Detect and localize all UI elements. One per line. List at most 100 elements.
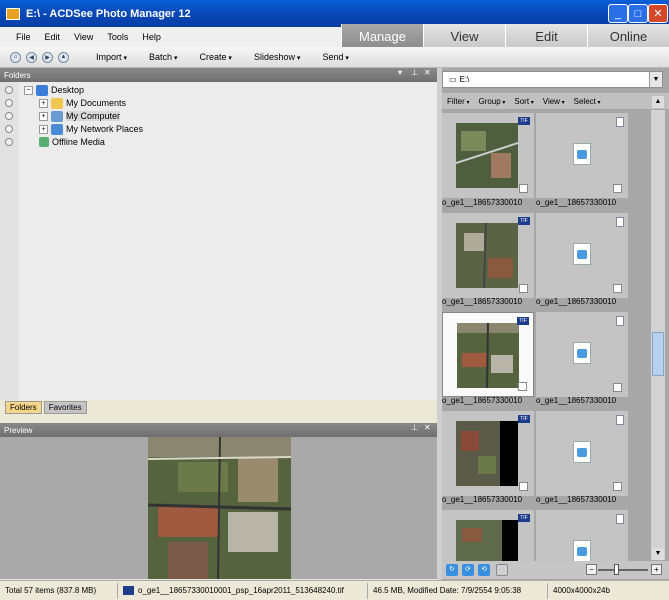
tree-item-desktop[interactable]: − Desktop (24, 84, 84, 96)
path-text: E:\ (459, 75, 470, 84)
thumbnail-selected[interactable]: TIF (442, 312, 534, 397)
tree-item-offline-media[interactable]: Offline Media (39, 136, 105, 148)
expand-icon[interactable]: + (39, 124, 48, 134)
tif-badge: TIF (518, 415, 530, 423)
pin-icon[interactable] (5, 99, 13, 107)
pin-icon[interactable] (5, 86, 13, 94)
thumbnail-checkbox[interactable] (519, 184, 528, 193)
rotate-right-icon[interactable]: ⟳ (462, 564, 474, 576)
file-type-icon (616, 117, 624, 127)
path-field[interactable]: ▭ E:\ ▼ (442, 71, 663, 88)
group-menu[interactable]: Group (478, 97, 505, 106)
sort-menu[interactable]: Sort (514, 97, 533, 106)
thumbnail-image (456, 520, 518, 561)
desktop-icon (36, 84, 48, 96)
forward-icon[interactable]: ▶ (42, 51, 53, 63)
filter-menu[interactable]: Filter (447, 97, 469, 106)
tif-badge: TIF (518, 514, 530, 522)
tab-favorites[interactable]: Favorites (43, 401, 87, 414)
import-menu[interactable]: Import (96, 52, 127, 62)
thumbnail[interactable] (536, 312, 628, 397)
rotate-left-icon[interactable]: ⟲ (478, 564, 490, 576)
expand-icon[interactable]: + (39, 98, 48, 108)
scroll-down-icon[interactable]: ▼ (652, 548, 664, 560)
folders-panel-header: Folders ▾ ⊥ ✕ (0, 68, 437, 82)
view-menu[interactable]: View (543, 97, 565, 106)
slideshow-menu[interactable]: Slideshow (254, 52, 301, 62)
preview-image (148, 437, 291, 579)
pin-icon[interactable]: ⊥ (411, 423, 418, 432)
expand-icon[interactable]: + (39, 111, 48, 121)
menu-edit[interactable]: Edit (45, 32, 61, 42)
thumbnail[interactable]: TIF (442, 411, 534, 496)
scroll-up-icon[interactable]: ▲ (652, 96, 664, 108)
file-type-icon (616, 415, 624, 425)
pin-icon[interactable] (5, 138, 13, 146)
collapse-icon[interactable]: − (24, 85, 33, 95)
thumbnail-checkbox[interactable] (613, 383, 622, 392)
minimize-button[interactable]: _ (608, 4, 628, 23)
panel-close-icon[interactable]: ✕ (424, 423, 431, 432)
scrollbar-thumb[interactable] (652, 332, 664, 376)
tree-item-my-documents[interactable]: + My Documents (39, 97, 126, 109)
file-type-icon (616, 217, 624, 227)
thumbnail[interactable] (536, 213, 628, 298)
menu-help[interactable]: Help (142, 32, 161, 42)
zoom-slider-knob[interactable] (614, 564, 619, 575)
panel-menu-icon[interactable]: ▾ (398, 68, 402, 77)
thumbnail-caption: o_ge1__18657330010 (442, 198, 523, 207)
menu-view[interactable]: View (74, 32, 93, 42)
thumbnail[interactable]: TIF (442, 113, 534, 198)
chevron-down-icon[interactable]: ▼ (649, 72, 662, 87)
tree-item-label: My Computer (66, 111, 121, 121)
zoom-in-button[interactable]: + (651, 564, 662, 575)
up-icon[interactable]: ▲ (58, 51, 69, 63)
pin-icon[interactable]: ⊥ (411, 68, 418, 77)
thumbnail[interactable]: TIF (442, 213, 534, 298)
create-menu[interactable]: Create (199, 52, 231, 62)
thumbnail-checkbox[interactable] (518, 382, 527, 391)
thumbnail-checkbox[interactable] (613, 482, 622, 491)
thumbnail[interactable] (536, 510, 628, 562)
menu-file[interactable]: File (16, 32, 31, 42)
zoom-slider[interactable] (598, 569, 648, 571)
home-icon[interactable]: ⌂ (10, 51, 21, 63)
tree-item-label: Desktop (51, 85, 85, 95)
zoom-out-button[interactable]: − (586, 564, 597, 575)
main-toolbar: ⌂ ◀ ▶ ▲ Import Batch Create Slideshow Se… (0, 47, 669, 68)
thumbnail[interactable] (536, 113, 628, 198)
rotate-icon[interactable]: ↻ (446, 564, 458, 576)
mode-edit[interactable]: Edit (505, 24, 587, 48)
close-button[interactable]: ✕ (648, 4, 668, 23)
tree-item-my-computer[interactable]: + My Computer (39, 110, 121, 122)
tab-folders[interactable]: Folders (5, 401, 42, 414)
document-icon (573, 540, 591, 562)
thumbnail-checkbox[interactable] (519, 482, 528, 491)
thumbnail-image (456, 123, 518, 188)
batch-menu[interactable]: Batch (149, 52, 177, 62)
back-icon[interactable]: ◀ (26, 51, 37, 63)
mode-manage[interactable]: Manage (341, 24, 423, 48)
thumbnail[interactable] (536, 411, 628, 496)
thumbnail-checkbox[interactable] (613, 284, 622, 293)
select-menu[interactable]: Select (574, 97, 601, 106)
folders-panel-title: Folders (4, 70, 31, 80)
pin-icon[interactable] (5, 112, 13, 120)
send-menu[interactable]: Send (322, 52, 349, 62)
document-icon (573, 143, 591, 165)
copy-icon[interactable] (496, 564, 508, 576)
tree-item-my-network-places[interactable]: + My Network Places (39, 123, 143, 135)
pin-icon[interactable] (5, 125, 13, 133)
mode-online[interactable]: Online (587, 24, 669, 48)
panel-close-icon[interactable]: ✕ (424, 68, 431, 77)
thumbnail[interactable]: TIF (442, 510, 534, 561)
thumbnail-checkbox[interactable] (613, 184, 622, 193)
document-icon (573, 243, 591, 265)
maximize-button[interactable]: □ (628, 4, 648, 23)
status-file: o_ge1__18657330010001_psp_16apr2011_5136… (118, 582, 368, 599)
menu-tools[interactable]: Tools (107, 32, 128, 42)
thumbnail-checkbox[interactable] (519, 284, 528, 293)
window-title: E:\ - ACDSee Photo Manager 12 (26, 7, 191, 20)
mode-view[interactable]: View (423, 24, 505, 48)
tree-item-label: Offline Media (52, 137, 105, 147)
